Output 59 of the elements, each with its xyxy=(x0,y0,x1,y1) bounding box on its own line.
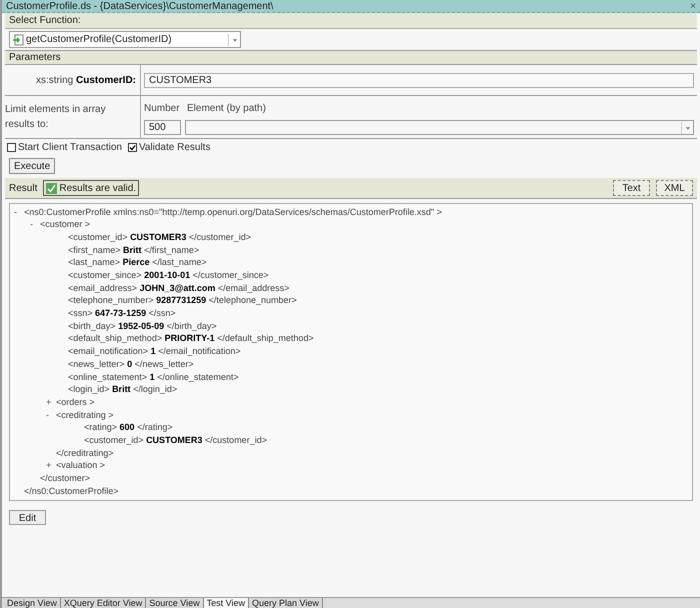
xml-line: </creditrating> xyxy=(56,446,114,460)
view-tab[interactable]: Test View xyxy=(204,598,249,608)
status-badge: Results are valid. xyxy=(43,180,140,196)
xml-line: <email_address> JOHN_3@att.com </email_address> xyxy=(68,282,290,295)
xml-line: <ns0:CustomerProfile xmlns:ns0="http://temp.openuri.org/DataServices/schemas/CustomerProfile.xsd" > xyxy=(24,206,442,219)
xml-line: <customer > xyxy=(40,218,90,232)
view-tab[interactable]: Query Plan View xyxy=(248,598,323,608)
xml-line: <first_name> Britt </first_name> xyxy=(68,244,200,257)
xml-line: <creditrating > xyxy=(56,408,114,422)
window-title: CustomerProfile.ds - {DataServices}\CustomerManagement\ xyxy=(6,0,274,14)
xml-line: <customer_id> CUSTOMER3 </customer_id> xyxy=(68,230,251,244)
view-button[interactable]: XML xyxy=(656,180,693,196)
result-label: Result xyxy=(9,182,38,196)
number-label: Number xyxy=(144,102,181,116)
xml-line: <email_notification> 1 </email_notification> xyxy=(68,345,241,358)
xml-line: <valuation > xyxy=(56,459,106,472)
limit-label: Limit elements in array results to: xyxy=(5,103,107,132)
number-field[interactable]: 500 xyxy=(144,120,181,135)
parameter-label: xs:string CustomerID: xyxy=(36,74,136,88)
section-header: Parameters xyxy=(5,51,697,65)
section-header: Select Function: xyxy=(5,13,697,29)
close-button[interactable]: × xyxy=(690,0,696,14)
tree-toggle[interactable]: - xyxy=(14,206,24,220)
checkbox-label: Start Client Transaction xyxy=(18,140,122,154)
xml-line: <last_name> Pierce </last_name> xyxy=(68,256,207,270)
function-icon xyxy=(12,34,24,46)
xml-line: <telephone_number> 9287731259 </telephone_number> xyxy=(68,294,297,308)
xml-line: <news_letter> 0 </news_letter> xyxy=(68,358,194,371)
xml-line: <rating> 600 </rating> xyxy=(84,421,173,434)
xml-line: <customer_id> CUSTOMER3 </customer_id> xyxy=(84,434,267,447)
xml-line: </ns0:CustomerProfile> xyxy=(24,484,119,498)
element-dropdown[interactable] xyxy=(185,120,694,135)
xml-line: <login_id> Britt </login_id> xyxy=(68,383,178,396)
tree-toggle[interactable]: - xyxy=(46,408,56,422)
xml-line: <orders > xyxy=(56,396,95,409)
checkbox[interactable] xyxy=(128,142,137,152)
tree-toggle[interactable]: + xyxy=(46,459,56,473)
xml-line: <online_statement> 1 </online_statement> xyxy=(68,370,239,384)
dropdown-arrow-icon xyxy=(681,122,693,134)
view-tab[interactable]: Design View xyxy=(4,598,61,608)
xml-line: <birth_day> 1952-05-09 </birth_day> xyxy=(68,320,217,333)
xml-line: </customer> xyxy=(40,472,90,486)
edit-button[interactable]: Edit xyxy=(9,510,46,525)
view-button[interactable]: Text xyxy=(613,180,650,196)
checkbox-label: Validate Results xyxy=(138,140,210,154)
dropdown-arrow-icon xyxy=(228,34,240,46)
tree-toggle[interactable]: + xyxy=(46,396,56,410)
tree-toggle[interactable]: - xyxy=(30,218,40,232)
view-tab[interactable]: Source View xyxy=(146,598,204,608)
xml-line: <customer_since> 2001-10-01 </customer_since> xyxy=(68,269,269,282)
element-label: Element (by path) xyxy=(187,102,266,116)
check-icon xyxy=(46,182,58,194)
customer-id-field[interactable]: CUSTOMER3 xyxy=(144,72,694,88)
view-tab[interactable]: XQuery Editor View xyxy=(60,598,146,608)
xml-line: <ssn> 647-73-1259 </ssn> xyxy=(68,307,176,320)
checkbox[interactable] xyxy=(7,142,16,152)
function-dropdown[interactable]: getCustomerProfile(CustomerID) xyxy=(9,31,241,48)
execute-button[interactable]: Execute xyxy=(9,158,56,174)
xml-line: <default_ship_method> PRIORITY-1 </default_ship_method> xyxy=(68,332,314,346)
